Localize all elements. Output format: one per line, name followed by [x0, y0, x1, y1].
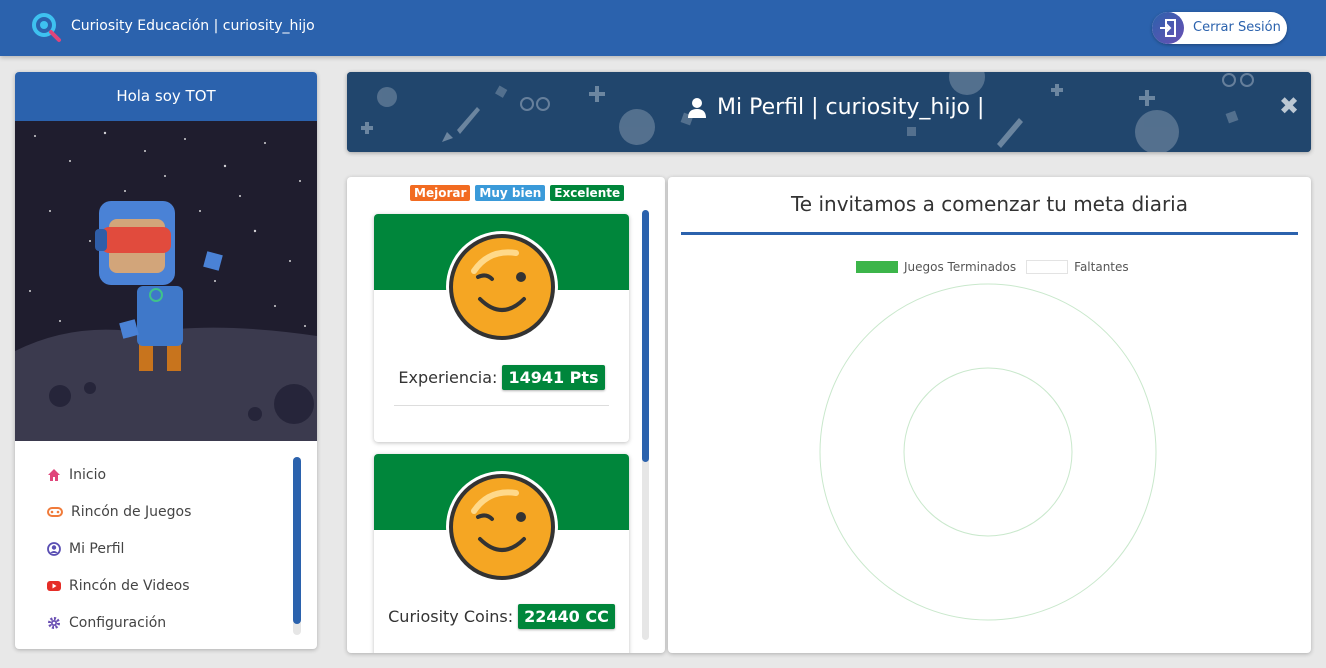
sidebar-item-inicio[interactable]: Inicio	[47, 462, 106, 488]
badge-mejorar: Mejorar	[410, 185, 471, 201]
daily-goal-doughnut-chart[interactable]	[818, 282, 1158, 622]
badge-muy-bien: Muy bien	[475, 185, 546, 201]
top-navbar: Curiosity Educación | curiosity_hijo Cer…	[0, 0, 1326, 56]
coins-row: Curiosity Coins: 22440 CC	[374, 604, 629, 629]
coins-label: Curiosity Coins:	[388, 607, 514, 626]
sidebar-item-label: Inicio	[69, 467, 107, 483]
profile-banner: Mi Perfil | curiosity_hijo | ✖	[347, 72, 1311, 152]
title-underline	[681, 232, 1298, 235]
legend-swatch-terminados[interactable]	[856, 261, 898, 273]
experience-value: 14941 Pts	[502, 365, 605, 390]
sidebar-item-label: Rincón de Juegos	[71, 504, 192, 520]
legend-swatch-faltantes[interactable]	[1026, 260, 1069, 274]
chart-legend: Juegos Terminados Faltantes	[856, 260, 1129, 274]
experience-row: Experiencia: 14941 Pts	[374, 365, 629, 390]
legend-label-faltantes[interactable]: Faltantes	[1074, 260, 1129, 274]
logout-label: Cerrar Sesión	[1193, 20, 1281, 35]
user-circle-icon	[47, 542, 61, 556]
logout-button[interactable]: Cerrar Sesión	[1152, 12, 1287, 44]
stats-panel: Mejorar Muy bien Excelente Experiencia: …	[347, 177, 665, 653]
experience-label: Experiencia:	[398, 368, 498, 387]
sidebar-scrollbar-thumb[interactable]	[293, 457, 301, 624]
slice-faltantes[interactable]	[819, 283, 1157, 621]
card-divider	[394, 405, 609, 406]
profile-banner-text: Mi Perfil | curiosity_hijo |	[717, 95, 985, 120]
legend-label-terminados[interactable]: Juegos Terminados	[904, 260, 1016, 274]
user-icon	[688, 97, 706, 118]
sidebar-item-label: Configuración	[69, 615, 167, 631]
gamepad-icon	[47, 507, 63, 517]
brand-title[interactable]: Curiosity Educación | curiosity_hijo	[71, 18, 315, 34]
profile-banner-title: Mi Perfil | curiosity_hijo |	[687, 95, 984, 120]
sidebar-item-rincon-videos[interactable]: Rincón de Videos	[47, 573, 190, 599]
performance-legend: Mejorar Muy bien Excelente	[410, 185, 625, 201]
badge-excelente: Excelente	[550, 185, 625, 201]
coins-card: Curiosity Coins: 22440 CC	[374, 454, 629, 653]
stats-scrollbar-thumb[interactable]	[642, 210, 649, 462]
logout-icon	[1152, 12, 1184, 44]
sidebar-item-configuracion[interactable]: Configuración	[47, 610, 166, 636]
sidebar-item-label: Rincón de Videos	[69, 578, 190, 594]
experience-card: Experiencia: 14941 Pts	[374, 214, 629, 442]
sidebar-item-label: Mi Perfil	[69, 541, 125, 557]
youtube-icon	[47, 581, 61, 591]
home-icon	[48, 469, 60, 481]
astronaut-illustration	[15, 121, 317, 441]
close-icon[interactable]: ✖	[1279, 92, 1299, 120]
sidebar-header: Hola soy TOT	[15, 72, 317, 121]
daily-goal-title: Te invitamos a comenzar tu meta diaria	[790, 192, 1188, 216]
wink-face-icon	[446, 471, 558, 583]
logo-magnifier-icon[interactable]	[30, 12, 64, 44]
sidebar-title: Hola soy TOT	[116, 87, 216, 105]
wink-face-icon	[446, 231, 558, 343]
daily-goal-panel: Te invitamos a comenzar tu meta diaria J…	[668, 177, 1311, 653]
coins-value: 22440 CC	[518, 604, 615, 629]
sidebar-item-rincon-juegos[interactable]: Rincón de Juegos	[47, 499, 191, 525]
sidebar-item-mi-perfil[interactable]: Mi Perfil	[47, 536, 124, 562]
gear-icon	[48, 617, 60, 629]
sidebar-panel: Hola soy TOT Inicio Rincón de Juegos Mi …	[15, 72, 317, 649]
